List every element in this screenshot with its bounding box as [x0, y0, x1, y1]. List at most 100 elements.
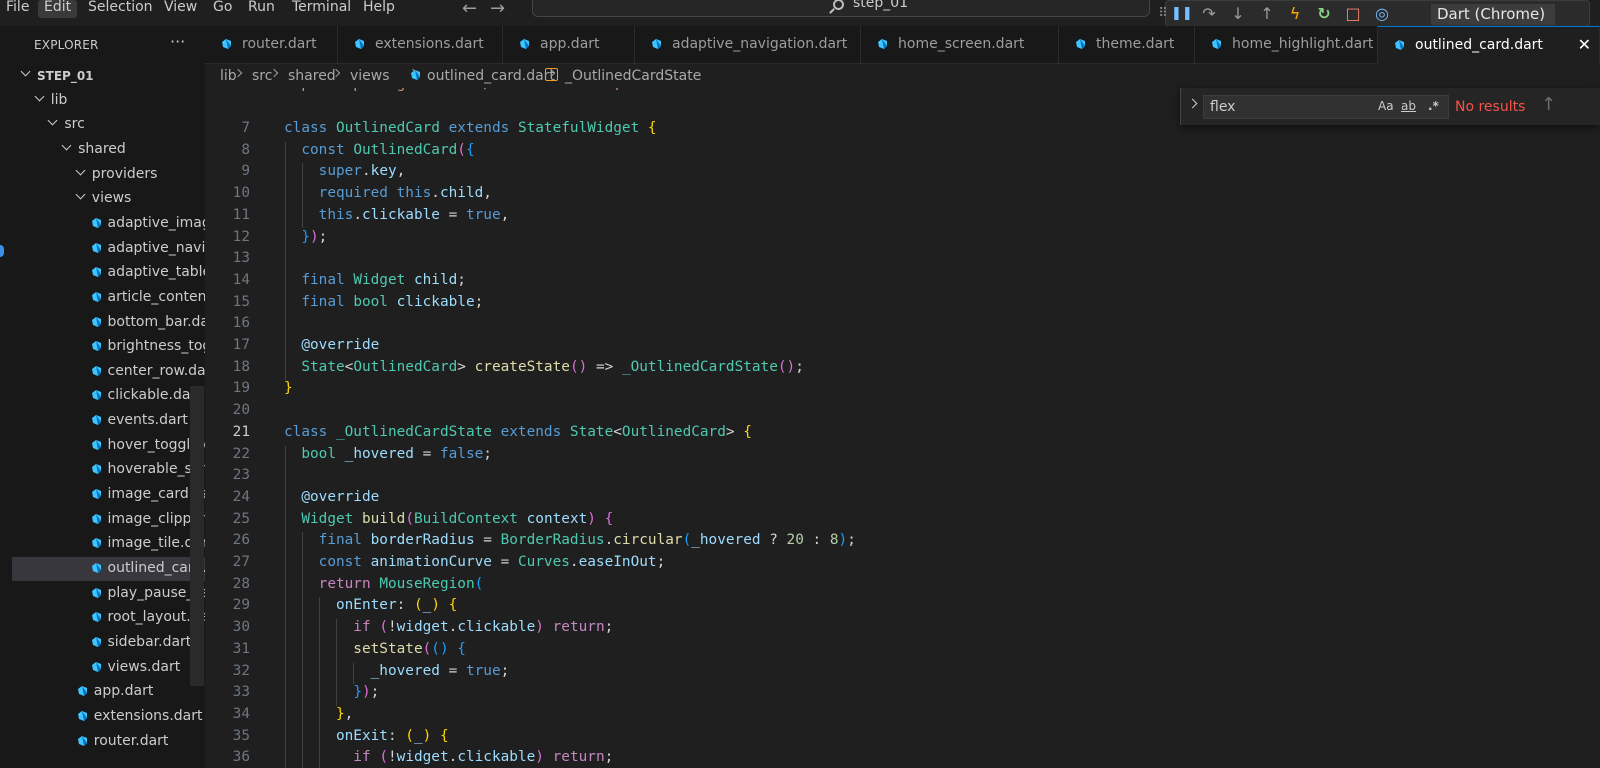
- close-icon[interactable]: ✕: [1578, 35, 1591, 54]
- stop-icon[interactable]: □: [1343, 4, 1363, 24]
- breadcrumb-item[interactable]: lib: [220, 68, 237, 84]
- toggle-replace-icon[interactable]: [1187, 98, 1198, 109]
- code-line[interactable]: 20: [205, 402, 1600, 424]
- code-line[interactable]: 26 final borderRadius = BorderRadius.cir…: [205, 532, 1600, 554]
- breadcrumb-item[interactable]: src: [252, 68, 272, 84]
- file-item[interactable]: adaptive_image...: [12, 212, 205, 236]
- code-line[interactable]: 19}: [205, 380, 1600, 402]
- file-item[interactable]: article_content....: [12, 286, 205, 310]
- tab-theme-dart[interactable]: theme.dart: [1059, 26, 1195, 64]
- step-into-icon[interactable]: ↓: [1228, 4, 1248, 24]
- folder-item[interactable]: views: [12, 187, 205, 211]
- tab-adaptive-navigation-dart[interactable]: adaptive_navigation.dart: [635, 26, 861, 64]
- code-line[interactable]: 31 setState(() {: [205, 641, 1600, 663]
- file-item[interactable]: router.dart: [12, 730, 205, 754]
- code-line[interactable]: 30 if (!widget.clickable) return;: [205, 619, 1600, 641]
- step-over-icon[interactable]: ↷: [1199, 4, 1219, 24]
- code-line[interactable]: 24 @override: [205, 489, 1600, 511]
- step-out-icon[interactable]: ↑: [1257, 4, 1277, 24]
- breadcrumb-item[interactable]: views: [350, 68, 390, 84]
- code-line[interactable]: 16: [205, 315, 1600, 337]
- file-item[interactable]: app.dart: [12, 680, 205, 704]
- regex-icon[interactable]: .*: [1428, 99, 1439, 113]
- code-line[interactable]: 23: [205, 467, 1600, 489]
- code-line[interactable]: 13: [205, 250, 1600, 272]
- tab-app-dart[interactable]: app.dart: [503, 26, 635, 64]
- code-line[interactable]: 25 Widget build(BuildContext context) {: [205, 511, 1600, 533]
- code-line[interactable]: 32 _hovered = true;: [205, 663, 1600, 685]
- code-line[interactable]: 34 },: [205, 706, 1600, 728]
- code-line[interactable]: 17 @override: [205, 337, 1600, 359]
- menu-view[interactable]: View: [158, 0, 203, 18]
- code-line[interactable]: 10 required this.child,: [205, 185, 1600, 207]
- whole-word-icon[interactable]: ab: [1401, 99, 1416, 113]
- file-item[interactable]: hover_toggle.dart: [12, 434, 205, 458]
- file-item[interactable]: extensions.dart: [12, 705, 205, 729]
- code-line[interactable]: 27 const animationCurve = Curves.easeInO…: [205, 554, 1600, 576]
- code-line[interactable]: 9 super.key,: [205, 163, 1600, 185]
- file-item[interactable]: center_row.dart: [12, 360, 205, 384]
- folder-item[interactable]: STEP_01: [12, 64, 205, 88]
- code-line[interactable]: 14 final Widget child;: [205, 272, 1600, 294]
- file-item[interactable]: events.dart: [12, 409, 205, 433]
- code-line[interactable]: 11 this.clickable = true,: [205, 207, 1600, 229]
- folder-item[interactable]: providers: [12, 163, 205, 187]
- debug-config-select[interactable]: Dart (Chrome): [1431, 4, 1555, 25]
- forward-arrow-icon[interactable]: →: [490, 0, 505, 19]
- folder-item[interactable]: src: [12, 113, 205, 137]
- file-item[interactable]: adaptive_naviga...: [12, 237, 205, 261]
- file-item[interactable]: outlined_card.d...: [12, 557, 205, 581]
- hot-reload-icon[interactable]: ϟ: [1285, 4, 1305, 24]
- menu-edit[interactable]: Edit: [38, 0, 78, 18]
- menu-terminal[interactable]: Terminal: [286, 0, 357, 18]
- file-item[interactable]: root_layout.dart: [12, 606, 205, 630]
- file-item[interactable]: hoverable_song...: [12, 458, 205, 482]
- pause-icon[interactable]: ❚❚: [1171, 4, 1193, 24]
- menu-run[interactable]: Run: [242, 0, 281, 18]
- code-line[interactable]: 29 onEnter: (_) {: [205, 597, 1600, 619]
- file-item[interactable]: clickable.dart: [12, 384, 205, 408]
- folder-item[interactable]: shared: [12, 138, 205, 162]
- drag-handle-icon[interactable]: ⠿: [1153, 4, 1173, 24]
- file-item[interactable]: views.dart: [12, 656, 205, 680]
- restart-icon[interactable]: ↻: [1314, 4, 1334, 24]
- sidebar-scrollbar[interactable]: [190, 386, 204, 686]
- match-case-icon[interactable]: Aa: [1378, 99, 1394, 113]
- breadcrumb-item[interactable]: shared: [288, 68, 336, 84]
- file-item[interactable]: image_card.dart: [12, 483, 205, 507]
- menu-file[interactable]: File: [0, 0, 35, 18]
- breadcrumb-item[interactable]: outlined_card.dart: [427, 68, 555, 84]
- file-item[interactable]: bottom_bar.dart: [12, 311, 205, 335]
- folder-item[interactable]: lib: [12, 89, 205, 113]
- code-line[interactable]: 18 State<OutlinedCard> createState() => …: [205, 359, 1600, 381]
- more-actions-icon[interactable]: ···: [170, 32, 185, 51]
- menu-go[interactable]: Go: [207, 0, 238, 18]
- code-line[interactable]: 28 return MouseRegion(: [205, 576, 1600, 598]
- code-line[interactable]: 15 final bool clickable;: [205, 294, 1600, 316]
- code-line[interactable]: 35 onExit: (_) {: [205, 728, 1600, 750]
- file-item[interactable]: image_tile.dart: [12, 532, 205, 556]
- code-line[interactable]: 36 if (!widget.clickable) return;: [205, 749, 1600, 768]
- code-line[interactable]: 22 bool _hovered = false;: [205, 446, 1600, 468]
- tab-router-dart[interactable]: router.dart: [205, 26, 338, 64]
- code-line[interactable]: 33 });: [205, 684, 1600, 706]
- file-item[interactable]: image_clipper.d...: [12, 508, 205, 532]
- previous-match-icon[interactable]: ↑: [1541, 94, 1556, 115]
- tab-home-highlight-dart[interactable]: home_highlight.dart: [1195, 26, 1378, 64]
- command-center[interactable]: step_01: [532, 0, 1150, 17]
- back-arrow-icon[interactable]: ←: [462, 0, 477, 19]
- tab-home-screen-dart[interactable]: home_screen.dart: [861, 26, 1059, 64]
- devtools-icon[interactable]: ◎: [1372, 4, 1392, 24]
- code-editor[interactable]: 5 import 'package:flutter/material.dart';…: [205, 88, 1600, 768]
- tab-outlined-card-dart[interactable]: outlined_card.dart ✕: [1378, 26, 1600, 64]
- menu-selection[interactable]: Selection: [82, 0, 159, 18]
- file-item[interactable]: play_pause_liste...: [12, 582, 205, 606]
- code-line[interactable]: 21 class _OutlinedCardState extends State…: [205, 424, 1600, 446]
- menu-help[interactable]: Help: [357, 0, 401, 18]
- file-item[interactable]: adaptive_table....: [12, 261, 205, 285]
- code-line[interactable]: 8 const OutlinedCard({: [205, 142, 1600, 164]
- tab-extensions-dart[interactable]: extensions.dart: [338, 26, 503, 64]
- breadcrumb-item[interactable]: _OutlinedCardState: [565, 68, 701, 84]
- file-item[interactable]: brightness_togg...: [12, 335, 205, 359]
- code-line[interactable]: 12 });: [205, 229, 1600, 251]
